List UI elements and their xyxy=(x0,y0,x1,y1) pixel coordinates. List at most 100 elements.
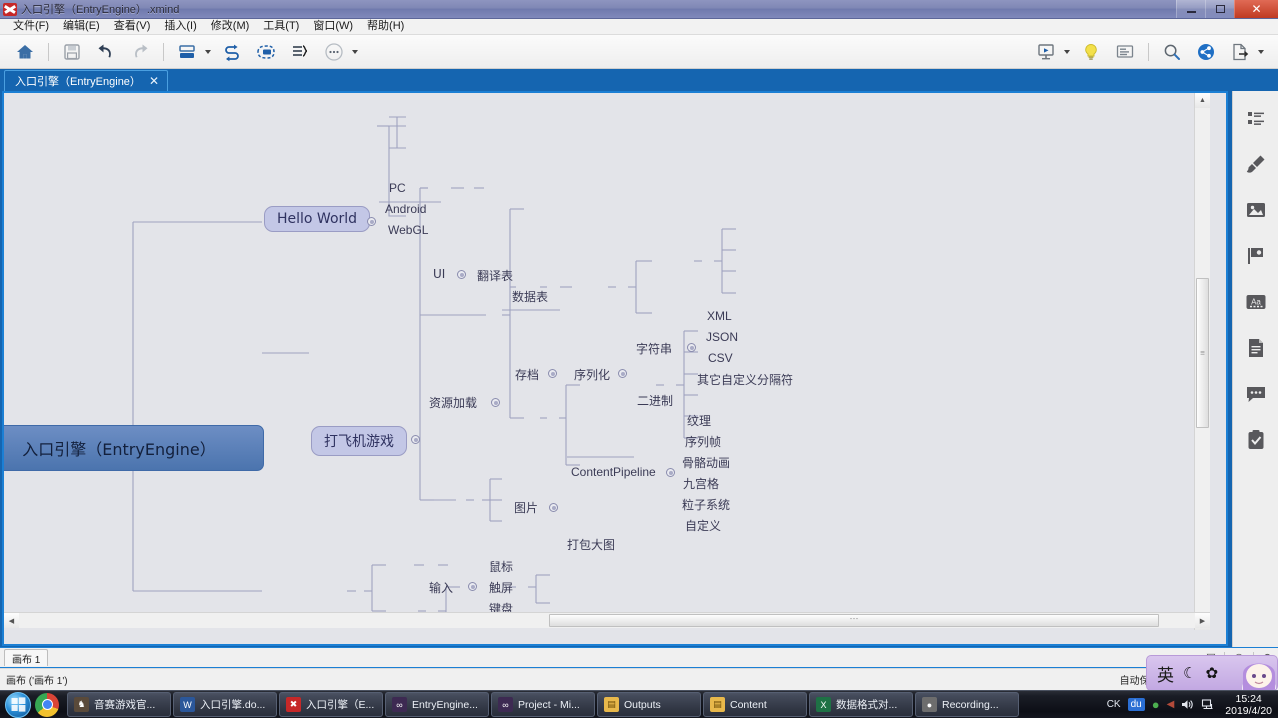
mindmap-node-database[interactable]: 数据库 xyxy=(367,644,403,646)
sound-mute-icon[interactable]: ◀ xyxy=(1167,699,1175,710)
menu-tools[interactable]: 工具(T) xyxy=(256,19,306,34)
summary-icon[interactable] xyxy=(286,38,314,66)
mindmap-node-content-pipeline[interactable]: ContentPipeline xyxy=(571,465,656,479)
mindmap-node-serialization[interactable]: 序列化 xyxy=(574,366,610,383)
taskbar-item-6[interactable]: ▤ Content xyxy=(703,692,807,717)
collapse-toggle-archive[interactable] xyxy=(548,369,557,378)
export-dropdown-caret[interactable] xyxy=(1258,49,1264,54)
menu-file[interactable]: 文件(F) xyxy=(6,19,56,34)
menu-insert[interactable]: 插入(I) xyxy=(157,19,203,34)
collapse-toggle-hello-world[interactable] xyxy=(367,217,376,226)
presentation-icon[interactable] xyxy=(1032,38,1060,66)
scroll-up-arrow-icon[interactable]: ▲ xyxy=(1195,93,1210,108)
sheet-tab-canvas-1[interactable]: 画布 1 xyxy=(4,649,49,666)
mindmap-node-custom[interactable]: 自定义 xyxy=(685,517,721,534)
mindmap-node-custom-delimiter[interactable]: 其它自定义分隔符 xyxy=(697,371,793,388)
taskbar-item-3[interactable]: ∞ EntryEngine... xyxy=(385,692,489,717)
mindmap-node-ui[interactable]: UI xyxy=(433,267,445,281)
undo-icon[interactable] xyxy=(92,38,120,66)
mindmap-node-sprite-sequence[interactable]: 序列帧 xyxy=(685,433,721,450)
chrome-icon[interactable] xyxy=(35,692,59,717)
home-icon[interactable] xyxy=(11,38,39,66)
mindmap-node-hello-world[interactable]: Hello World xyxy=(264,206,371,232)
taskbar-item-5[interactable]: ▤ Outputs xyxy=(597,692,701,717)
wechat-tray-icon[interactable]: ● xyxy=(1152,697,1160,712)
network-tray-icon[interactable] xyxy=(1201,698,1214,711)
mindmap-node-input[interactable]: 输入 xyxy=(429,579,453,596)
maximize-button[interactable] xyxy=(1205,0,1234,18)
save-icon[interactable] xyxy=(58,38,86,66)
task-panel-icon[interactable] xyxy=(1243,427,1269,453)
taskbar-item-8[interactable]: ● Recording... xyxy=(915,692,1019,717)
more-dropdown-caret[interactable] xyxy=(352,49,358,54)
mindmap-node-translation-table[interactable]: 翻译表 xyxy=(477,267,513,284)
volume-tray-icon[interactable] xyxy=(1181,698,1194,711)
mindmap-node-image[interactable]: 图片 xyxy=(514,499,538,516)
menu-window[interactable]: 窗口(W) xyxy=(306,19,360,34)
mindmap-root-node[interactable]: 入口引擎（EntryEngine） xyxy=(4,425,264,471)
share-icon[interactable] xyxy=(1192,38,1220,66)
mindmap-node-orm[interactable]: ORM xyxy=(439,644,467,646)
ime-floating-bar[interactable]: 英 ☾ ✿ xyxy=(1146,655,1278,691)
mindmap-node-binary[interactable]: 二进制 xyxy=(637,392,673,409)
mindmap-node-particle-system[interactable]: 粒子系统 xyxy=(682,496,730,513)
more-icon[interactable] xyxy=(320,38,348,66)
moon-icon[interactable]: ☾ xyxy=(1183,664,1196,682)
mindmap-node-archive[interactable]: 存档 xyxy=(515,366,539,383)
mindmap-node-texture[interactable]: 纹理 xyxy=(687,412,711,429)
mindmap-node-android[interactable]: Android xyxy=(385,202,426,216)
outline-panel-icon[interactable] xyxy=(1243,105,1269,131)
topic-icon[interactable] xyxy=(173,38,201,66)
menu-modify[interactable]: 修改(M) xyxy=(204,19,257,34)
scroll-right-arrow-icon[interactable]: ▶ xyxy=(1195,613,1210,628)
baidu-tray-icon[interactable]: du xyxy=(1127,698,1145,711)
collapse-toggle-image[interactable] xyxy=(549,503,558,512)
marker-panel-icon[interactable] xyxy=(1243,243,1269,269)
taskbar-clock[interactable]: 15:24 2019/4/20 xyxy=(1225,693,1272,717)
taskbar-item-1[interactable]: W 入口引擎.do... xyxy=(173,692,277,717)
minimize-button[interactable] xyxy=(1176,0,1205,18)
mindmap-node-resource-loading[interactable]: 资源加载 xyxy=(429,394,477,411)
taskbar-item-4[interactable]: ∞ Project - Mi... xyxy=(491,692,595,717)
topic-dropdown-caret[interactable] xyxy=(205,49,211,54)
horizontal-scroll-thumb[interactable] xyxy=(549,614,1159,627)
mindmap-node-pc[interactable]: PC xyxy=(389,181,406,195)
taskbar-item-7[interactable]: X 数据格式对... xyxy=(809,692,913,717)
vertical-scroll-thumb[interactable] xyxy=(1196,278,1209,428)
mindmap-node-nine-patch[interactable]: 九宫格 xyxy=(683,475,719,492)
notes-panel-icon[interactable] xyxy=(1243,335,1269,361)
mindmap-node-plane-game[interactable]: 打飞机游戏 xyxy=(311,426,407,456)
start-orb-icon[interactable] xyxy=(5,691,31,718)
mindmap-node-data-table[interactable]: 数据表 xyxy=(512,288,548,305)
canvas-vertical-scrollbar[interactable]: ▲ ▼ xyxy=(1194,93,1210,630)
mindmap-node-string[interactable]: 字符串 xyxy=(636,340,672,357)
menu-help[interactable]: 帮助(H) xyxy=(360,19,411,34)
gear-icon[interactable]: ✿ xyxy=(1205,664,1218,682)
outline-icon[interactable] xyxy=(1111,38,1139,66)
mindmap-canvas[interactable]: 入口引擎（EntryEngine） Hello World 打飞机游戏 战棋网游… xyxy=(2,91,1228,646)
presentation-dropdown-caret[interactable] xyxy=(1064,49,1070,54)
collapse-toggle-plane-game[interactable] xyxy=(411,435,420,444)
mindmap-node-mouse[interactable]: 鼠标 xyxy=(489,558,513,575)
ck-tray-icon[interactable]: CK xyxy=(1107,699,1121,710)
menu-edit[interactable]: 编辑(E) xyxy=(56,19,107,34)
collapse-toggle-resource-loading[interactable] xyxy=(491,398,500,407)
mindmap-node-csv[interactable]: CSV xyxy=(708,351,733,365)
ime-language-mode[interactable]: 英 xyxy=(1157,661,1174,686)
mindmap-node-xml[interactable]: XML xyxy=(707,309,732,323)
comment-panel-icon[interactable] xyxy=(1243,381,1269,407)
collapse-toggle-content-pipeline[interactable] xyxy=(666,468,675,477)
boundary-icon[interactable] xyxy=(252,38,280,66)
taskbar-item-0[interactable]: ♞ 音赛游戏官... xyxy=(67,692,171,717)
export-icon[interactable] xyxy=(1226,38,1254,66)
document-tab[interactable]: 入口引擎（EntryEngine） ✕ xyxy=(4,70,168,91)
redo-icon[interactable] xyxy=(126,38,154,66)
menu-view[interactable]: 查看(V) xyxy=(107,19,158,34)
search-icon[interactable] xyxy=(1158,38,1186,66)
text-panel-icon[interactable]: Aa xyxy=(1243,289,1269,315)
scroll-left-arrow-icon[interactable]: ◀ xyxy=(4,613,19,628)
image-panel-icon[interactable] xyxy=(1243,197,1269,223)
relationship-icon[interactable] xyxy=(218,38,246,66)
mindmap-node-json[interactable]: JSON xyxy=(706,330,738,344)
mindmap-node-skeletal-animation[interactable]: 骨骼动画 xyxy=(682,454,730,471)
